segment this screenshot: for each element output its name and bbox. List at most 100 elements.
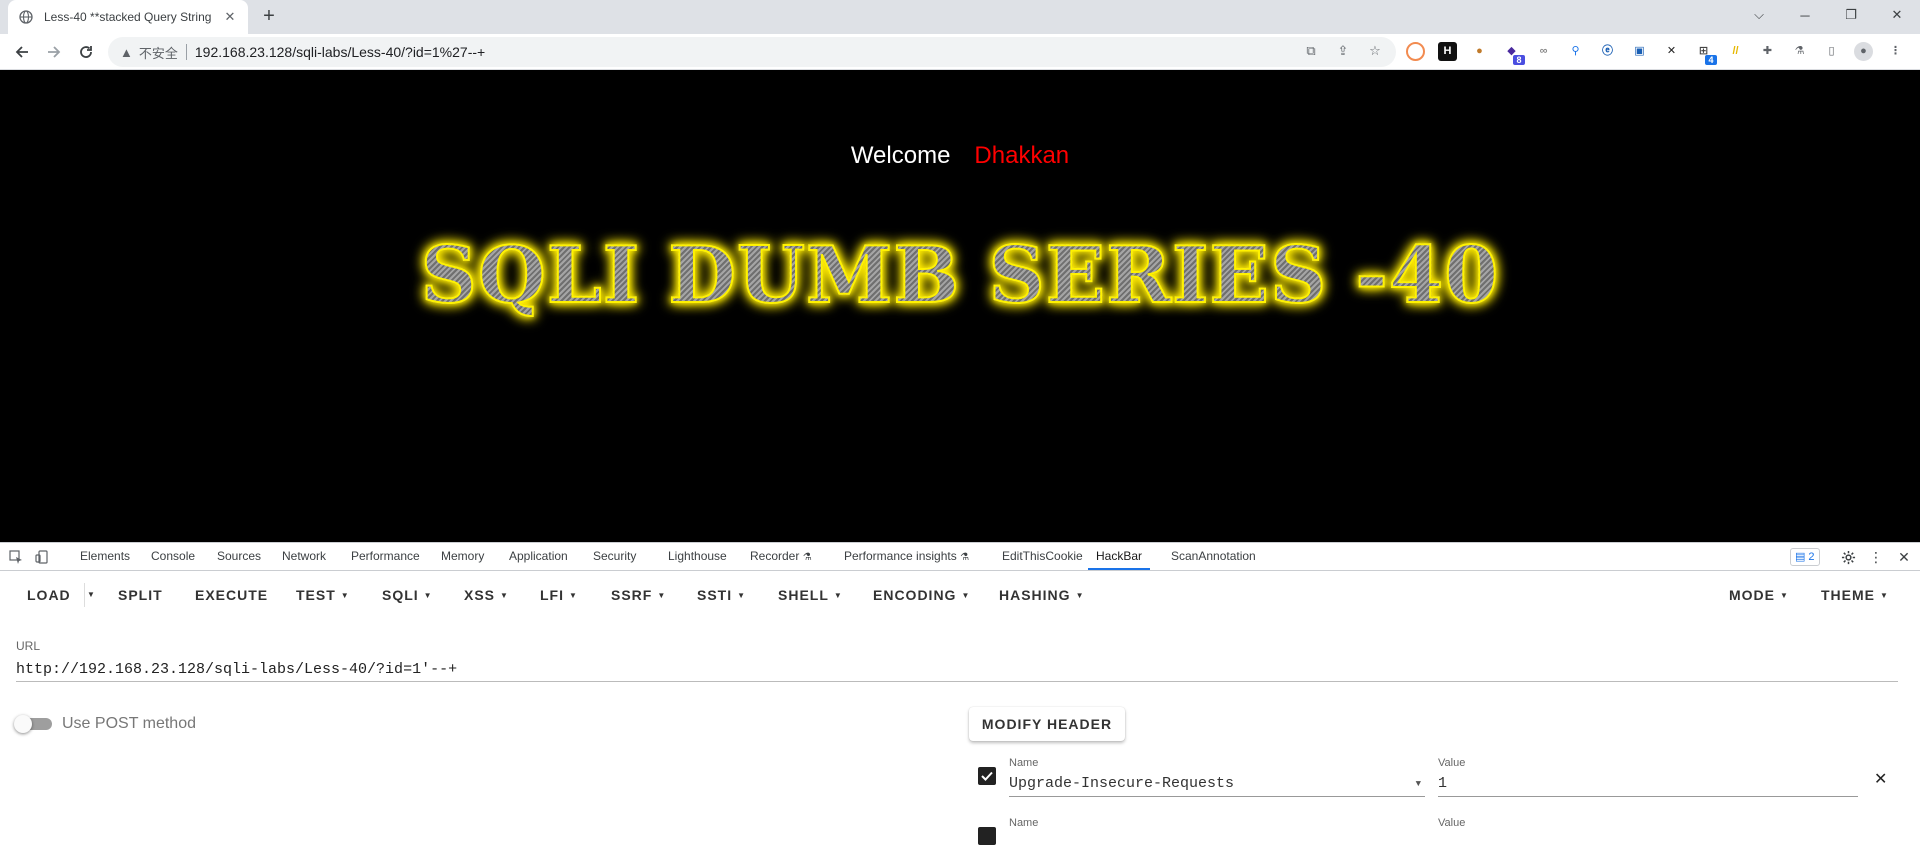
url-text[interactable]: 192.168.23.128/sqli-labs/Less-40/?id=1%2… [195, 44, 485, 60]
load-button[interactable]: LOAD [27, 571, 71, 619]
close-tab-icon[interactable]: ✕ [222, 9, 238, 25]
profile-avatar-icon[interactable]: ● [1854, 42, 1873, 61]
sqli-menu-button[interactable]: SQLI ▼ [382, 571, 433, 619]
mode-menu-button[interactable]: MODE ▼ [1729, 571, 1789, 619]
extension-yellow-lines-icon[interactable]: // [1726, 42, 1745, 61]
lfi-menu-button[interactable]: LFI ▼ [540, 571, 578, 619]
new-tab-button[interactable]: + [258, 6, 280, 28]
devtools-tab-recorder[interactable]: Recorder ⚗ [750, 543, 812, 570]
back-button[interactable] [8, 38, 36, 66]
shell-menu-button[interactable]: SHELL ▼ [778, 571, 843, 619]
devtools-tab-lighthouse[interactable]: Lighthouse [668, 543, 727, 570]
extension-x-icon[interactable]: ✕ [1662, 42, 1681, 61]
devtools-tab-scanannotation[interactable]: ScanAnnotation [1171, 543, 1256, 570]
devtools-tab-hackbar[interactable]: HackBar [1088, 543, 1151, 570]
menu-kebab-icon[interactable]: ⋮ [1886, 42, 1905, 61]
devtools-menu-kebab-icon[interactable]: ⋮ [1866, 547, 1886, 567]
url-field[interactable] [16, 657, 1898, 682]
extension-purple-icon[interactable]: ◆ 8 [1502, 42, 1525, 65]
checkmark-icon [981, 771, 993, 781]
chat-icon: ▤ [1795, 551, 1806, 563]
divider [185, 44, 187, 60]
devtools-tab-elements[interactable]: Elements [80, 543, 130, 570]
device-toolbar-icon[interactable] [32, 547, 52, 567]
header-name-field[interactable]: Upgrade-Insecure-Requests ▼ [1009, 772, 1425, 797]
devtools-tab-sources[interactable]: Sources [217, 543, 261, 570]
devtools-tab-label: Performance insights [844, 549, 957, 563]
bookmark-star-icon[interactable]: ☆ [1366, 42, 1384, 60]
url-field-label: URL [16, 639, 41, 653]
devtools-tab-application[interactable]: Application [509, 543, 568, 570]
issues-badge[interactable]: ▤ 2 [1790, 548, 1820, 566]
side-panel-icon[interactable]: ▯ [1822, 42, 1841, 61]
flask-icon: ⚗ [960, 552, 970, 563]
dropdown-caret-icon[interactable]: ▼ [1416, 772, 1421, 796]
ssti-menu-button[interactable]: SSTI ▼ [697, 571, 746, 619]
devtools-tab-editthiscookie[interactable]: EditThisCookie [1002, 543, 1083, 570]
header-enabled-checkbox[interactable] [978, 827, 996, 845]
address-bar[interactable]: ▲ 不安全 192.168.23.128/sqli-labs/Less-40/?… [108, 37, 1396, 67]
execute-button[interactable]: EXECUTE [195, 571, 268, 619]
tab-search-icon[interactable]: ⌵ [1736, 0, 1782, 30]
extension-blue-chart-icon[interactable]: ▣ [1630, 42, 1649, 61]
theme-menu-label: THEME [1821, 587, 1875, 603]
toggle-knob [14, 715, 32, 733]
warning-icon[interactable]: ▲ [120, 45, 133, 60]
modify-header-button[interactable]: MODIFY HEADER [969, 707, 1125, 741]
browser-tab[interactable]: Less-40 **stacked Query String ✕ [8, 0, 248, 34]
flask-icon[interactable]: ⚗ [1790, 42, 1809, 61]
xss-menu-button[interactable]: XSS ▼ [464, 571, 509, 619]
lfi-menu-label: LFI [540, 587, 564, 603]
close-window-button[interactable]: ✕ [1874, 0, 1920, 30]
devtools-tab-memory[interactable]: Memory [441, 543, 484, 570]
location-pin-icon[interactable]: ⚲ [1566, 42, 1585, 61]
devtools-tab-network[interactable]: Network [282, 543, 326, 570]
arrow-right-icon [48, 46, 61, 58]
caret-down-icon: ▼ [961, 591, 971, 600]
devtools-tab-security[interactable]: Security [593, 543, 636, 570]
restore-button[interactable]: ❐ [1828, 0, 1874, 30]
extension-grid-icon[interactable]: ⊞ 4 [1694, 42, 1717, 65]
welcome-line: Welcome Dhakkan [0, 142, 1920, 170]
header-value-label: Value [1438, 817, 1466, 829]
translate-icon[interactable]: ⧉ [1302, 42, 1320, 60]
puzzle-icon[interactable]: ✚ [1758, 42, 1777, 61]
browser-tabstrip: Less-40 **stacked Query String ✕ + ⌵ ─ ❐… [0, 0, 1920, 34]
encoding-menu-button[interactable]: ENCODING ▼ [873, 571, 970, 619]
header-name-label: Name [1009, 757, 1039, 769]
header-value-field[interactable]: 1 [1438, 772, 1858, 797]
reload-button[interactable] [72, 38, 100, 66]
share-icon[interactable]: ⇪ [1334, 42, 1352, 60]
delete-header-icon[interactable]: ✕ [1874, 769, 1887, 789]
devtools-tab-performance[interactable]: Performance [351, 543, 420, 570]
theme-menu-button[interactable]: THEME ▼ [1821, 571, 1889, 619]
post-method-label: Use POST method [62, 715, 196, 732]
extension-hackbar-icon[interactable]: H [1438, 42, 1457, 61]
security-label[interactable]: 不安全 [139, 43, 178, 62]
encoding-menu-label: ENCODING [873, 587, 957, 603]
post-method-toggle[interactable] [14, 714, 52, 734]
caret-down-icon: ▼ [423, 591, 433, 600]
mode-menu-label: MODE [1729, 587, 1775, 603]
hashing-menu-button[interactable]: HASHING ▼ [999, 571, 1084, 619]
test-menu-button[interactable]: TEST ▼ [296, 571, 350, 619]
inspect-element-icon[interactable] [6, 547, 26, 567]
load-dropdown-caret-icon[interactable]: ▼ [87, 571, 96, 619]
extension-orange-ring-icon[interactable] [1406, 42, 1425, 61]
caret-down-icon: ▼ [500, 591, 509, 600]
settings-gear-icon[interactable] [1838, 547, 1858, 567]
close-devtools-icon[interactable]: ✕ [1894, 547, 1914, 567]
extension-link-icon[interactable]: ∞ [1534, 42, 1553, 61]
sqli-menu-label: SQLI [382, 587, 419, 603]
cookie-icon[interactable]: ● [1470, 42, 1489, 61]
minimize-button[interactable]: ─ [1782, 0, 1828, 30]
welcome-text: Welcome [850, 142, 951, 169]
ssrf-menu-button[interactable]: SSRF ▼ [611, 571, 666, 619]
extension-circle-e-icon[interactable]: ⓔ [1598, 42, 1617, 61]
forward-button[interactable] [40, 38, 68, 66]
header-enabled-checkbox[interactable] [978, 767, 996, 785]
devtools-tab-console[interactable]: Console [151, 543, 195, 570]
split-button[interactable]: SPLIT [118, 571, 163, 619]
devtools-tab-performance-insights[interactable]: Performance insights ⚗ [844, 543, 969, 570]
caret-down-icon: ▼ [340, 591, 350, 600]
